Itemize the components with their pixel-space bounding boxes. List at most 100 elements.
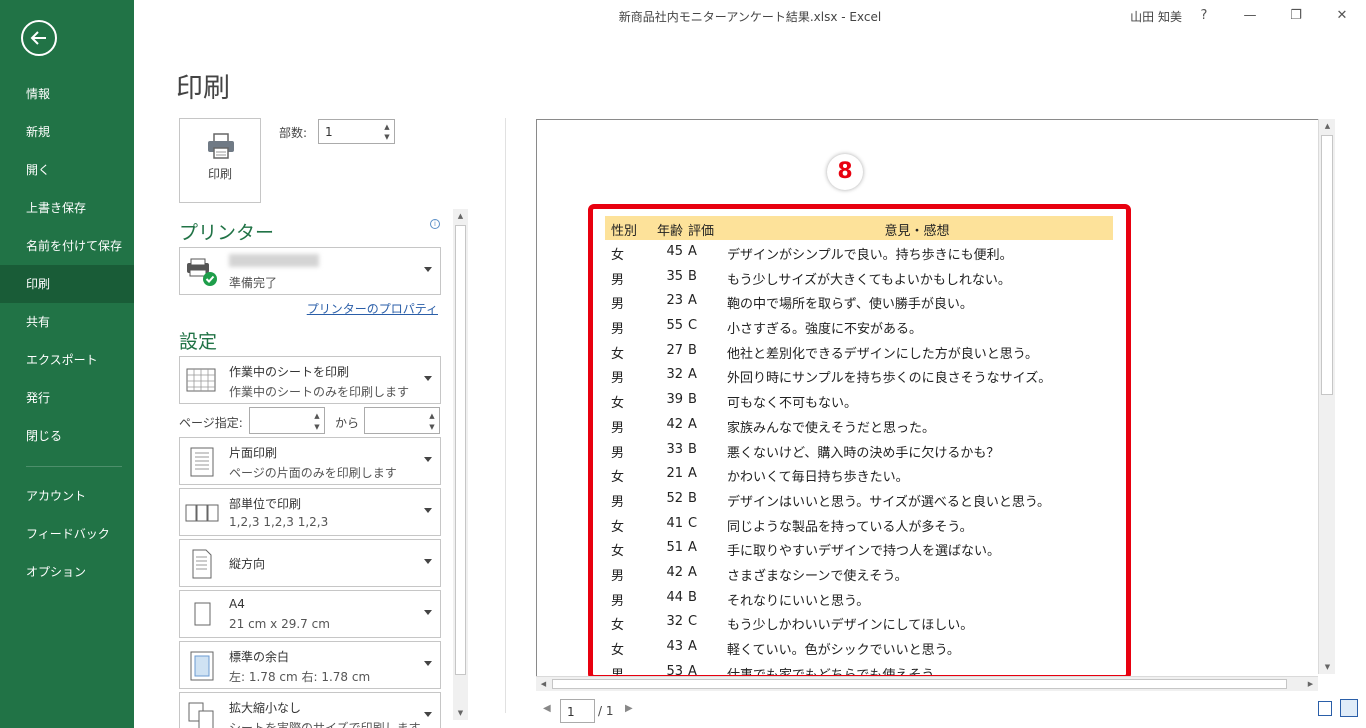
scroll-up-icon[interactable]: ▲: [453, 209, 468, 223]
printer-dropdown[interactable]: 準備完了: [179, 247, 441, 295]
nav-item[interactable]: エクスポート: [0, 341, 134, 379]
preview-horizontal-scrollbar[interactable]: ◀ ▶: [536, 676, 1318, 691]
scroll-right-icon[interactable]: ▶: [1303, 677, 1318, 691]
user-name[interactable]: 山田 知美: [1130, 8, 1182, 25]
printer-ready-icon: [187, 258, 217, 286]
settings-scrollbar[interactable]: ▲ ▼: [453, 209, 468, 720]
margins-icon: [190, 651, 214, 681]
minimize-button[interactable]: —: [1238, 4, 1262, 26]
scaling-icon: [188, 702, 214, 728]
nav-footer-item[interactable]: フィードバック: [0, 515, 134, 553]
annotation-highlight-box: [588, 204, 1131, 677]
scroll-up-icon[interactable]: ▲: [1320, 119, 1335, 133]
collate-main: 部単位で印刷: [229, 497, 302, 511]
info-icon[interactable]: i: [430, 219, 440, 229]
chevron-down-icon: [424, 712, 432, 717]
sheet-grid-icon: [186, 368, 216, 392]
printer-name-blurred: [229, 254, 319, 267]
orientation-dropdown[interactable]: 縦方向: [179, 539, 441, 587]
show-margins-icon[interactable]: [1318, 701, 1332, 716]
nav-item[interactable]: 共有: [0, 303, 134, 341]
copies-down-icon[interactable]: ▼: [382, 132, 392, 142]
nav-item[interactable]: 情報: [0, 75, 134, 113]
sides-sub: ページの片面のみを印刷します: [229, 466, 397, 480]
copies-stepper[interactable]: 1 ▲ ▼: [318, 119, 395, 144]
scroll-thumb[interactable]: [1321, 135, 1333, 395]
printer-section-title: プリンター: [179, 222, 275, 244]
print-button[interactable]: 印刷: [179, 118, 261, 203]
chevron-down-icon: [424, 508, 432, 513]
scaling-dropdown[interactable]: 拡大縮小なし シートを実際のサイズで印刷します: [179, 692, 441, 728]
copies-up-icon[interactable]: ▲: [382, 122, 392, 132]
page-from-input[interactable]: ▲ ▼: [249, 407, 325, 434]
preview-vertical-scrollbar[interactable]: ▲ ▼: [1318, 119, 1335, 674]
help-button[interactable]: ?: [1192, 4, 1216, 26]
print-scope-main: 作業中のシートを印刷: [229, 365, 350, 379]
paper-sub: 21 cm x 29.7 cm: [229, 617, 330, 631]
collate-sub: 1,2,3 1,2,3 1,2,3: [229, 515, 329, 529]
scroll-thumb[interactable]: [455, 225, 466, 675]
chevron-up-icon[interactable]: ▲: [427, 411, 437, 421]
scaling-sub: シートを実際のサイズで印刷します: [229, 721, 421, 728]
print-button-label: 印刷: [207, 167, 232, 181]
page-total: / 1: [598, 704, 614, 718]
scroll-left-icon[interactable]: ◀: [536, 677, 551, 691]
chevron-down-icon[interactable]: ▼: [312, 422, 322, 432]
collate-dropdown[interactable]: 部単位で印刷 1,2,3 1,2,3 1,2,3: [179, 488, 441, 536]
single-sided-icon: [190, 447, 214, 477]
margins-sub: 左: 1.78 cm 右: 1.78 cm: [229, 670, 371, 684]
settings-section-title: 設定: [179, 331, 218, 353]
nav-item[interactable]: 印刷: [0, 265, 134, 303]
print-scope-sub: 作業中のシートのみを印刷します: [229, 385, 410, 399]
chevron-down-icon: [424, 457, 432, 462]
page-title: 印刷: [176, 73, 230, 104]
orientation-main: 縦方向: [229, 557, 266, 571]
nav-item[interactable]: 名前を付けて保存: [0, 227, 134, 265]
print-settings-panel: プリンター i 準備完了 プリンターのプロパティ 設定 作業中のシートを印刷 作…: [170, 208, 470, 728]
nav-footer-item[interactable]: オプション: [0, 553, 134, 591]
nav-item[interactable]: 新規: [0, 113, 134, 151]
chevron-down-icon: [424, 267, 432, 272]
backstage-nav: 情報 新規 開く 上書き保存 名前を付けて保存 印刷 共有 エクスポート 発行 閉じる アカウント…: [0, 0, 134, 728]
page-range-label: ページ指定:: [179, 416, 243, 430]
current-page: 1: [567, 705, 575, 719]
printer-icon: [208, 133, 234, 159]
nav-footer-item[interactable]: アカウント: [0, 477, 134, 515]
chevron-down-icon: [424, 559, 432, 564]
copies-value: 1: [325, 125, 333, 139]
margins-main: 標準の余白: [229, 650, 290, 664]
nav-item[interactable]: 開く: [0, 151, 134, 189]
sides-dropdown[interactable]: 片面印刷 ページの片面のみを印刷します: [179, 437, 441, 485]
previous-page-icon[interactable]: ◀: [543, 703, 551, 714]
portrait-page-icon: [192, 549, 212, 579]
close-button[interactable]: ✕: [1330, 4, 1354, 26]
scroll-down-icon[interactable]: ▼: [1320, 660, 1335, 674]
copies-label: 部数:: [279, 126, 308, 140]
nav-item[interactable]: 発行: [0, 379, 134, 417]
page-to-input[interactable]: ▲ ▼: [364, 407, 440, 434]
chevron-down-icon: [424, 661, 432, 666]
scroll-down-icon[interactable]: ▼: [453, 706, 468, 720]
restore-button[interactable]: ❐: [1284, 4, 1308, 26]
paper-size-dropdown[interactable]: A4 21 cm x 29.7 cm: [179, 590, 441, 638]
zoom-to-page-icon[interactable]: [1340, 699, 1358, 717]
chevron-down-icon: [424, 376, 432, 381]
scroll-thumb[interactable]: [552, 679, 1287, 689]
chevron-down-icon[interactable]: ▼: [427, 422, 437, 432]
nav-item[interactable]: 上書き保存: [0, 189, 134, 227]
back-arrow-icon[interactable]: [21, 20, 57, 56]
step-marker: 8: [827, 154, 863, 190]
printer-properties-link[interactable]: プリンターのプロパティ: [307, 300, 438, 317]
printer-status: 準備完了: [229, 276, 278, 290]
chevron-up-icon[interactable]: ▲: [312, 411, 322, 421]
title-bar: 新商品社内モニターアンケート結果.xlsx - Excel 山田 知美 ? — …: [134, 0, 1366, 32]
print-scope-dropdown[interactable]: 作業中のシートを印刷 作業中のシートのみを印刷します: [179, 356, 441, 404]
margins-dropdown[interactable]: 標準の余白 左: 1.78 cm 右: 1.78 cm: [179, 641, 441, 689]
page-to-label: から: [335, 416, 360, 430]
paper-icon: [194, 602, 211, 626]
paper-main: A4: [229, 597, 245, 611]
page-number-input[interactable]: 1: [560, 699, 595, 723]
nav-item[interactable]: 閉じる: [0, 417, 134, 455]
collated-icon: [185, 504, 219, 522]
next-page-icon[interactable]: ▶: [625, 703, 633, 714]
